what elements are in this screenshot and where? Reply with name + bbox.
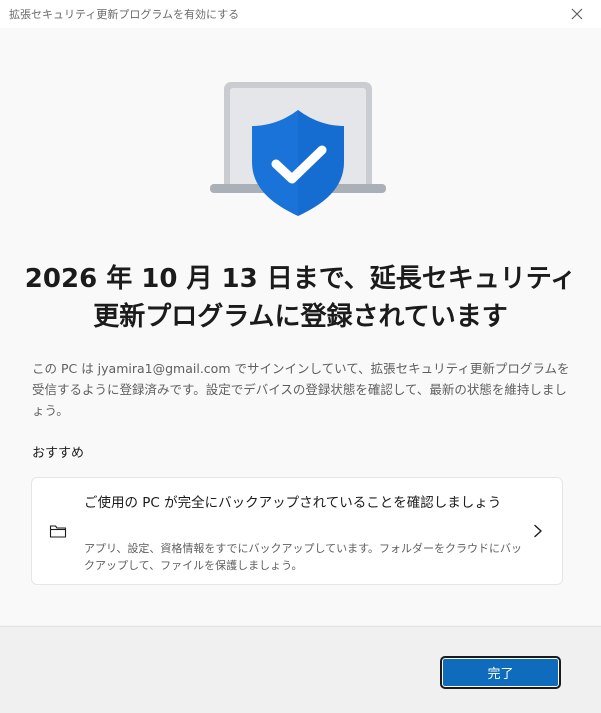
dialog-content: 2026 年 10 月 13 日まで、延長セキュリティ更新プログラムに登録されて… [0, 28, 601, 625]
card-title: ご使用の PC が完全にバックアップされていることを確認しましょう [84, 495, 502, 511]
close-icon [571, 8, 583, 20]
hero-illustration [210, 82, 386, 216]
backup-recommendation-card[interactable]: ご使用の PC が完全にバックアップされていることを確認しましょう アプリ、設定… [31, 477, 563, 585]
folder-icon [49, 525, 67, 538]
card-subtitle: アプリ、設定、資格情報をすでにバックアップしています。フォルダーをクラウドにバッ… [84, 542, 523, 572]
done-button[interactable]: 完了 [440, 656, 561, 689]
page-title: 2026 年 10 月 13 日まで、延長セキュリティ更新プログラムに登録されて… [24, 264, 577, 332]
close-button[interactable] [567, 4, 587, 24]
recommended-heading: おすすめ [32, 446, 85, 461]
title-bar: 拡張セキュリティ更新プログラムを有効にする [0, 0, 601, 28]
dialog-footer: 完了 [0, 626, 601, 713]
description-text: この PC は jyamira1@gmail.com でサインインしていて、拡張… [32, 361, 570, 418]
window-title: 拡張セキュリティ更新プログラムを有効にする [9, 8, 240, 21]
chevron-right-icon [534, 524, 542, 538]
shield-check-icon [252, 110, 344, 216]
